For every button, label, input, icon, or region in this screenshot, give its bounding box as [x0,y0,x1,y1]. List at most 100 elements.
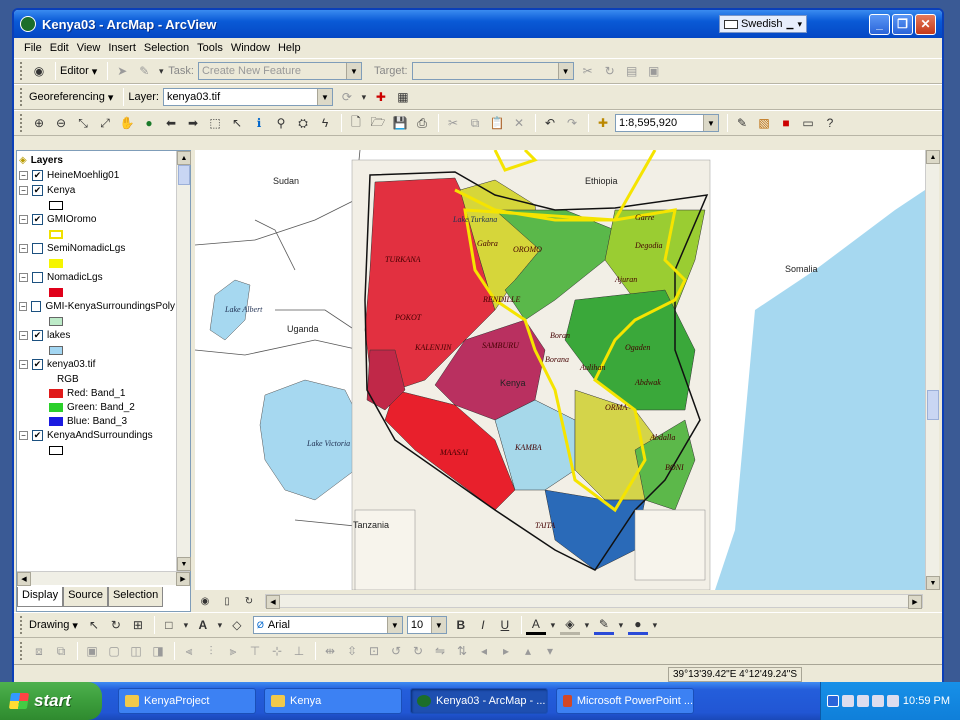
target-select[interactable]: ▼ [411,62,574,80]
collapse-toggle-icon[interactable]: − [19,360,28,369]
toc-vertical-scrollbar[interactable]: ▲ ▼ [176,151,191,571]
nudge-down-icon[interactable]: ▾ [540,641,560,661]
data-view-icon[interactable]: ◉ [195,591,215,611]
collapse-toggle-icon[interactable]: − [19,215,28,224]
rotate-icon[interactable]: ⟳ [337,87,357,107]
hyperlink-icon[interactable]: ϟ [315,113,335,133]
layer-visibility-checkbox[interactable] [32,243,43,254]
taskbar-item-kenyaproject[interactable]: KenyaProject [118,688,256,714]
rotate-element-icon[interactable]: ↻ [106,615,126,635]
rotate-left-icon[interactable]: ↺ [386,641,406,661]
menu-help[interactable]: Help [274,42,305,54]
toc-layer-row[interactable]: − ✔ KenyaAndSurroundings [19,428,175,443]
add-data-icon[interactable]: ✚ [593,113,613,133]
toc-layer-row[interactable]: − GMI-KenyaSurroundingsPoly [19,299,175,314]
collapse-toggle-icon[interactable]: − [19,331,28,340]
zoom-in-icon[interactable]: ⊕ [29,113,49,133]
line-color-dropdown-icon[interactable]: ▾ [616,615,626,635]
undo-icon[interactable]: ↶ [540,113,560,133]
tray-network-icon[interactable] [842,695,854,707]
language-bar[interactable]: Swedish ▁ ▾ [718,15,807,33]
send-backward-icon[interactable]: ◨ [148,641,168,661]
drawing-menu-button[interactable]: Drawing ▾ [29,619,78,632]
sketch-properties-icon[interactable]: ▣ [644,61,664,81]
whats-this-help-icon[interactable]: ? [820,113,840,133]
langbar-options-icon[interactable]: ▾ [797,19,802,30]
align-center-icon[interactable]: ⫶ [201,641,221,661]
title-bar[interactable]: Kenya03 - ArcMap - ArcView Swedish ▁ ▾ _… [14,10,942,38]
tray-display-icon[interactable] [857,695,869,707]
cut-icon[interactable]: ✂ [443,113,463,133]
map-vertical-scrollbar[interactable]: ▲ ▼ [925,150,940,590]
zoom-out-icon[interactable]: ⊖ [51,113,71,133]
pan-hand-icon[interactable]: ✋ [117,113,137,133]
select-elements-icon[interactable]: ↖ [227,113,247,133]
bring-to-front-icon[interactable]: ▣ [82,641,102,661]
send-to-back-icon[interactable]: ▢ [104,641,124,661]
collapse-toggle-icon[interactable]: − [19,171,28,180]
font-color-icon[interactable]: A [525,615,546,635]
toc-layer-row[interactable]: − ✔ kenya03.tif [19,357,175,372]
full-extent-globe-icon[interactable]: ● [139,113,159,133]
maximize-button[interactable]: ❐ [892,13,913,35]
delete-icon[interactable]: ✕ [509,113,529,133]
rotate-right-icon[interactable]: ↻ [408,641,428,661]
attributes-icon[interactable]: ▤ [622,61,642,81]
layout-view-icon[interactable]: ▯ [217,591,237,611]
sketch-dropdown-icon[interactable]: ▾ [156,61,166,81]
toc-layer-row[interactable]: − SemiNomadicLgs [19,241,175,256]
align-left-icon[interactable]: ⫷ [179,641,199,661]
rotate-dropdown-icon[interactable]: ▾ [359,87,369,107]
layer-select[interactable]: kenya03.tif ▼ [162,88,333,106]
nudge-left-icon[interactable]: ◂ [474,641,494,661]
minimize-button[interactable]: _ [869,13,890,35]
langbar-minimize-icon[interactable]: ▁ [787,19,794,30]
bring-forward-icon[interactable]: ◫ [126,641,146,661]
marker-color-dropdown-icon[interactable]: ▾ [650,615,660,635]
zoom-to-selected-icon[interactable]: ⊞ [128,615,148,635]
marker-color-icon[interactable]: ● [627,615,648,635]
align-bottom-icon[interactable]: ⊥ [289,641,309,661]
editor-menu-button[interactable]: Editor ▾ [60,65,97,78]
layer-visibility-checkbox[interactable]: ✔ [32,214,43,225]
scroll-left-icon[interactable]: ◀ [17,572,31,586]
distribute-horizontally-icon[interactable]: ⇹ [320,641,340,661]
layer-visibility-checkbox[interactable]: ✔ [32,330,43,341]
find-binoculars-icon[interactable]: ⚲ [271,113,291,133]
map-scroll-thumb[interactable] [927,390,939,420]
new-document-icon[interactable]: 🗋 [346,113,366,133]
align-right-icon[interactable]: ⫸ [223,641,243,661]
tab-source[interactable]: Source [63,587,108,607]
text-dropdown-icon[interactable]: ▾ [215,615,225,635]
paste-icon[interactable]: 📋 [487,113,507,133]
shape-dropdown-icon[interactable]: ▾ [181,615,191,635]
map-canvas[interactable]: Sudan Ethiopia Somalia Uganda Tanzania K… [195,150,925,590]
taskbar-item-powerpoint[interactable]: Microsoft PowerPoint ... [556,688,694,714]
toc-horizontal-scrollbar[interactable]: ◀ ▶ [17,571,190,586]
tray-volume-icon[interactable] [872,695,884,707]
layer-visibility-checkbox[interactable]: ✔ [32,359,43,370]
layer-visibility-checkbox[interactable] [31,301,42,312]
layer-visibility-checkbox[interactable] [32,272,43,283]
tab-display[interactable]: Display [17,587,64,607]
tray-app-icon[interactable] [887,695,899,707]
nudge-up-icon[interactable]: ▴ [518,641,538,661]
layer-visibility-checkbox[interactable]: ✔ [32,430,43,441]
menu-view[interactable]: View [73,42,105,54]
arctoolbox-icon[interactable]: ■ [776,113,796,133]
menu-file[interactable]: File [20,42,46,54]
copy-icon[interactable]: ⧉ [465,113,485,133]
collapse-toggle-icon[interactable]: − [19,431,28,440]
scroll-right-icon[interactable]: ▶ [176,572,190,586]
identify-icon[interactable]: ℹ [249,113,269,133]
fill-color-icon[interactable]: ◈ [559,615,580,635]
toolbar-grip[interactable] [20,616,23,634]
collapse-toggle-icon[interactable]: − [19,186,28,195]
line-color-icon[interactable]: ✎ [593,615,614,635]
layer-visibility-checkbox[interactable]: ✔ [32,170,43,181]
menu-tools[interactable]: Tools [193,42,227,54]
tray-expand-icon[interactable] [827,695,839,707]
open-folder-icon[interactable]: 🗁 [368,113,388,133]
align-top-icon[interactable]: ⊤ [245,641,265,661]
georeferencing-menu-button[interactable]: Georeferencing ▾ [29,91,113,104]
